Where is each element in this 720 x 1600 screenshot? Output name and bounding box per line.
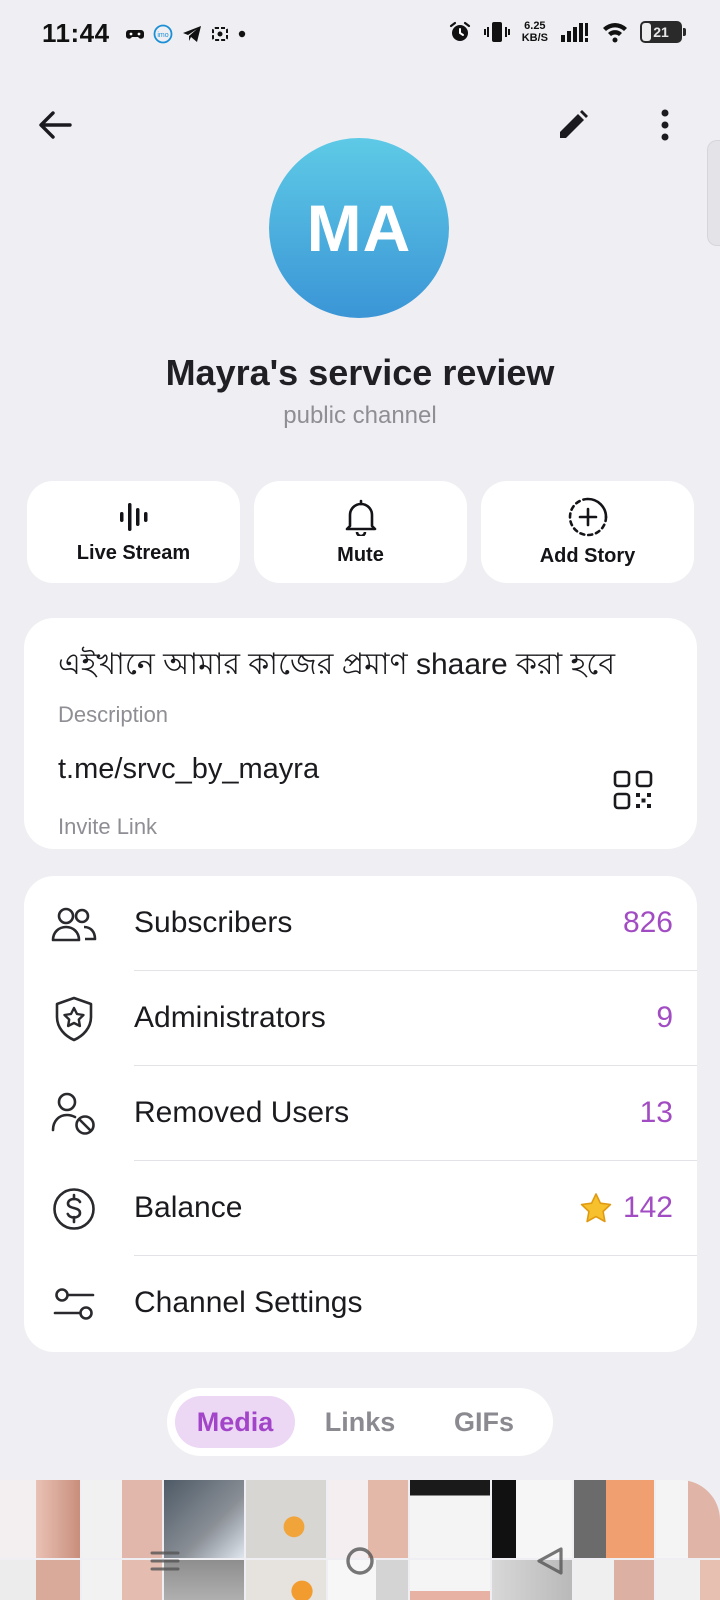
telegram-icon — [182, 25, 202, 43]
more-vertical-icon — [661, 109, 669, 141]
list-item-balance[interactable]: Balance 142 — [24, 1161, 697, 1256]
recent-apps-button[interactable] — [140, 1536, 190, 1586]
add-story-button[interactable]: Add Story — [481, 481, 694, 583]
wifi-icon — [602, 21, 628, 43]
list-item-channel-settings[interactable]: Channel Settings — [24, 1256, 697, 1351]
star-icon — [580, 1193, 612, 1223]
status-bar: 11:44 imo 6.25 KB/S 21 — [0, 0, 720, 72]
sliders-icon — [50, 1280, 98, 1328]
dollar-circle-icon — [50, 1185, 98, 1233]
media-tabs: Media Links GIFs — [167, 1388, 553, 1456]
tab-media[interactable]: Media — [175, 1396, 295, 1448]
battery-icon: 21 — [640, 21, 686, 43]
channel-title: Mayra's service review — [165, 352, 555, 393]
list-item-administrators[interactable]: Administrators 9 — [24, 971, 697, 1066]
invite-link-text[interactable]: t.me/srvc_by_mayra — [58, 753, 319, 786]
action-buttons: Live Stream Mute Add Story — [27, 481, 694, 583]
edge-panel-handle[interactable] — [707, 140, 720, 246]
removed-users-count: 13 — [639, 1096, 673, 1129]
menu-lines-icon — [150, 1551, 180, 1571]
administrators-count: 9 — [656, 1001, 673, 1034]
game-controller-icon — [126, 27, 144, 41]
mute-button[interactable]: Mute — [254, 481, 467, 583]
live-stream-button[interactable]: Live Stream — [27, 481, 240, 583]
tab-gifs[interactable]: GIFs — [429, 1396, 539, 1448]
pencil-icon — [560, 110, 588, 138]
bell-icon — [345, 499, 376, 536]
signal-icon — [560, 21, 590, 43]
qr-code-icon — [613, 770, 653, 810]
arrow-left-icon — [39, 111, 72, 139]
live-stream-icon — [119, 502, 147, 531]
imo-icon: imo — [153, 24, 173, 44]
subscribers-count: 826 — [622, 906, 673, 939]
qr-code-button[interactable] — [613, 770, 653, 810]
svg-text:imo: imo — [157, 32, 168, 39]
list-item-removed-users[interactable]: Removed Users 13 — [24, 1066, 697, 1161]
channel-info-card: এইখানে আমার কাজের প্রমাণ shaare করা হবে … — [24, 618, 697, 849]
channel-type: public channel — [283, 402, 437, 429]
description-text[interactable]: এইখানে আমার কাজের প্রমাণ shaare করা হবে — [58, 640, 615, 691]
vibrate-icon — [483, 20, 510, 44]
list-item-subscribers[interactable]: Subscribers 826 — [24, 876, 697, 971]
system-back-button[interactable] — [525, 1536, 575, 1586]
circle-home-icon — [346, 1547, 374, 1575]
triangle-back-icon — [537, 1547, 563, 1575]
more-options-button[interactable] — [640, 100, 690, 150]
system-navigation-bar — [0, 1522, 720, 1600]
balance-value: 142 — [579, 1191, 673, 1225]
dot-icon — [238, 30, 246, 38]
edit-button[interactable] — [548, 100, 598, 150]
add-story-icon — [568, 497, 607, 536]
status-time: 11:44 — [42, 18, 110, 48]
avatar[interactable]: MA — [269, 138, 449, 318]
back-button[interactable] — [30, 100, 80, 150]
home-button[interactable] — [335, 1536, 385, 1586]
alarm-icon — [448, 20, 472, 44]
shield-star-icon — [50, 995, 98, 1043]
screenshot-icon — [211, 25, 229, 43]
invite-link-label: Invite Link — [58, 814, 158, 839]
description-label: Description — [58, 702, 169, 727]
network-speed: 6.25 KB/S — [521, 20, 548, 44]
channel-management-card: Subscribers 826 Administrators 9 Removed… — [24, 876, 697, 1352]
people-icon — [50, 900, 98, 948]
tab-links[interactable]: Links — [310, 1396, 410, 1448]
user-blocked-icon — [50, 1090, 98, 1138]
